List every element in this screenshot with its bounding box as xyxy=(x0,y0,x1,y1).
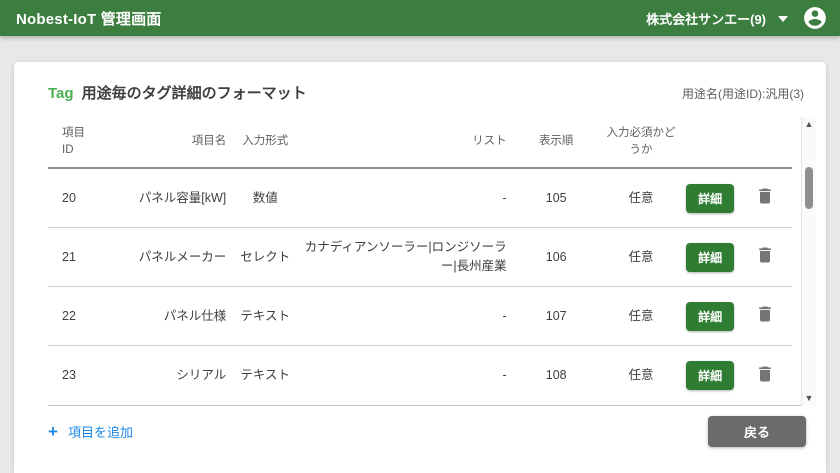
cell-name: パネル仕様 xyxy=(102,303,233,330)
cell-id: 21 xyxy=(48,244,102,271)
add-item-button[interactable]: + 項目を追加 xyxy=(48,422,133,441)
usage-info: 用途名(用途ID):汎用(3) xyxy=(682,85,804,102)
card-footer: + 項目を追加 戻る xyxy=(48,406,816,447)
table-scrollbar[interactable]: ▲ ▼ xyxy=(801,117,816,406)
plus-icon: + xyxy=(48,423,58,440)
col-header-order: 表示順 xyxy=(513,129,600,154)
delete-button[interactable] xyxy=(753,362,777,386)
delete-button[interactable] xyxy=(753,243,777,267)
cell-required: 任意 xyxy=(600,362,682,389)
cell-name: パネル容量[kW] xyxy=(102,185,233,212)
tag-label: Tag xyxy=(48,85,74,102)
tag-table: 項目ID 項目名 入力形式 リスト 表示順 入力必須かどうか 20 パネル容量[… xyxy=(48,117,808,406)
trash-icon xyxy=(755,186,775,206)
table-row: 20 パネル容量[kW] 数値 - 105 任意 詳細 xyxy=(48,169,792,228)
cell-required: 任意 xyxy=(600,303,682,330)
cell-order: 108 xyxy=(513,362,600,389)
table-header-row: 項目ID 項目名 入力形式 リスト 表示順 入力必須かどうか xyxy=(48,117,792,169)
trash-icon xyxy=(755,364,775,384)
cell-name: シリアル xyxy=(102,362,233,389)
scrollbar-thumb[interactable] xyxy=(805,167,813,209)
app-title: Nobest-IoT 管理画面 xyxy=(16,8,162,29)
cell-order: 107 xyxy=(513,303,600,330)
table-row: 22 パネル仕様 テキスト - 107 任意 詳細 xyxy=(48,287,792,346)
company-dropdown[interactable]: 株式会社サンエー(9) xyxy=(646,9,788,28)
cell-list: - xyxy=(298,185,512,212)
delete-button[interactable] xyxy=(753,184,777,208)
card-head: Tag 用途毎のタグ詳細のフォーマット 用途名(用途ID):汎用(3) xyxy=(48,82,816,103)
cell-input: テキスト xyxy=(232,303,298,330)
back-button[interactable]: 戻る xyxy=(708,416,806,447)
content-card: Tag 用途毎のタグ詳細のフォーマット 用途名(用途ID):汎用(3) 項目ID… xyxy=(14,62,826,473)
page-title: 用途毎のタグ詳細のフォーマット xyxy=(82,82,307,103)
col-header-required: 入力必須かどうか xyxy=(600,121,682,164)
cell-order: 106 xyxy=(513,244,600,271)
detail-button[interactable]: 詳細 xyxy=(686,361,734,390)
col-header-name: 項目名 xyxy=(102,129,233,154)
col-header-list: リスト xyxy=(298,129,512,154)
trash-icon xyxy=(755,245,775,265)
detail-button[interactable]: 詳細 xyxy=(686,243,734,272)
cell-input: テキスト xyxy=(232,362,298,389)
cell-required: 任意 xyxy=(600,244,682,271)
cell-required: 任意 xyxy=(600,185,682,212)
detail-button[interactable]: 詳細 xyxy=(686,184,734,213)
cell-id: 22 xyxy=(48,303,102,330)
scroll-up-icon[interactable]: ▲ xyxy=(805,120,814,129)
delete-button[interactable] xyxy=(753,302,777,326)
table-row: 21 パネルメーカー セレクト カナディアンソーラー|ロンジソーラー|長州産業 … xyxy=(48,228,792,287)
account-circle-icon[interactable] xyxy=(802,5,828,31)
col-header-id: 項目ID xyxy=(48,121,102,164)
cell-order: 105 xyxy=(513,185,600,212)
cell-id: 20 xyxy=(48,185,102,212)
cell-list: - xyxy=(298,362,512,389)
trash-icon xyxy=(755,304,775,324)
add-item-label: 項目を追加 xyxy=(68,422,133,441)
appbar-right: 株式会社サンエー(9) xyxy=(646,5,828,31)
table-row: 23 シリアル テキスト - 108 任意 詳細 xyxy=(48,346,792,405)
cell-input: 数値 xyxy=(232,185,298,212)
cell-id: 23 xyxy=(48,362,102,389)
company-name: 株式会社サンエー(9) xyxy=(646,9,766,28)
table-scroll-area: 項目ID 項目名 入力形式 リスト 表示順 入力必須かどうか 20 パネル容量[… xyxy=(48,117,792,405)
cell-input: セレクト xyxy=(232,244,298,271)
cell-list: - xyxy=(298,303,512,330)
app-header: Nobest-IoT 管理画面 株式会社サンエー(9) xyxy=(0,0,840,36)
col-header-input: 入力形式 xyxy=(232,129,298,154)
detail-button[interactable]: 詳細 xyxy=(686,302,734,331)
cell-name: パネルメーカー xyxy=(102,244,233,271)
cell-list: カナディアンソーラー|ロンジソーラー|長州産業 xyxy=(298,234,512,280)
scroll-down-icon[interactable]: ▼ xyxy=(805,394,814,403)
chevron-down-icon xyxy=(778,16,788,22)
